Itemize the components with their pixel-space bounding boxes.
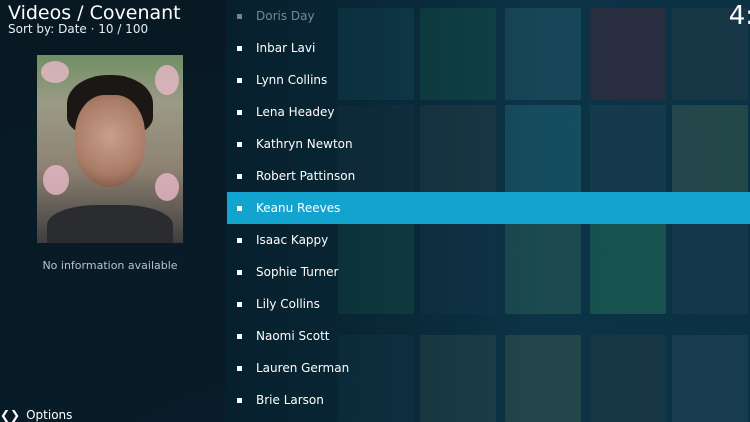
list-item-label: Lauren German bbox=[256, 361, 350, 375]
list-item[interactable]: Lily Collins bbox=[227, 288, 750, 320]
options-label: Options bbox=[26, 407, 73, 422]
bullet-icon bbox=[237, 173, 242, 179]
list-item[interactable]: Lynn Collins bbox=[227, 64, 750, 96]
bullet-icon bbox=[237, 397, 242, 403]
list-item[interactable]: Robert Pattinson bbox=[227, 160, 750, 192]
bullet-icon bbox=[237, 77, 242, 83]
list-item-label: Lynn Collins bbox=[256, 73, 328, 87]
list-item-label: Doris Day bbox=[256, 9, 315, 23]
bullet-icon bbox=[237, 109, 242, 115]
bullet-icon bbox=[237, 269, 242, 275]
list-item-label: Lena Headey bbox=[256, 105, 335, 119]
list-item-label: Brie Larson bbox=[256, 393, 324, 407]
list-item[interactable]: Keanu Reeves bbox=[227, 192, 750, 224]
bullet-icon bbox=[237, 45, 242, 51]
actor-thumbnail bbox=[37, 55, 183, 243]
options-button[interactable]: ❮❯ Options bbox=[0, 407, 72, 422]
list-item[interactable]: Doris Day bbox=[227, 0, 750, 32]
list-item[interactable]: Lauren German bbox=[227, 352, 750, 384]
options-arrows-icon: ❮❯ bbox=[0, 407, 21, 422]
list-item[interactable]: Lena Headey bbox=[227, 96, 750, 128]
list-item[interactable]: Kathryn Newton bbox=[227, 128, 750, 160]
bullet-icon bbox=[237, 333, 242, 339]
bullet-icon bbox=[237, 13, 242, 19]
bullet-icon bbox=[237, 205, 242, 211]
page-title: Videos / Covenant bbox=[8, 2, 181, 24]
list-item-label: Lily Collins bbox=[256, 297, 320, 311]
list-item-label: Inbar Lavi bbox=[256, 41, 316, 55]
bullet-icon bbox=[237, 301, 242, 307]
list-item-label: Keanu Reeves bbox=[256, 201, 341, 215]
bullet-icon bbox=[237, 141, 242, 147]
list-item[interactable]: Sophie Turner bbox=[227, 256, 750, 288]
actor-list[interactable]: Doris Day Inbar Lavi Lynn Collins Lena Head… bbox=[227, 0, 750, 422]
bullet-icon bbox=[237, 237, 242, 243]
list-item-label: Sophie Turner bbox=[256, 265, 339, 279]
sort-status: Sort by: Date · 10 / 100 bbox=[8, 22, 149, 36]
list-item[interactable]: Brie Larson bbox=[227, 384, 750, 416]
list-item[interactable]: Inbar Lavi bbox=[227, 32, 750, 64]
list-item-label: Robert Pattinson bbox=[256, 169, 356, 183]
list-item[interactable]: Isaac Kappy bbox=[227, 224, 750, 256]
list-item-label: Kathryn Newton bbox=[256, 137, 353, 151]
list-item-label: Naomi Scott bbox=[256, 329, 330, 343]
list-item[interactable]: Naomi Scott bbox=[227, 320, 750, 352]
no-information-text: No information available bbox=[42, 259, 178, 272]
bullet-icon bbox=[237, 365, 242, 371]
list-item-label: Isaac Kappy bbox=[256, 233, 329, 247]
